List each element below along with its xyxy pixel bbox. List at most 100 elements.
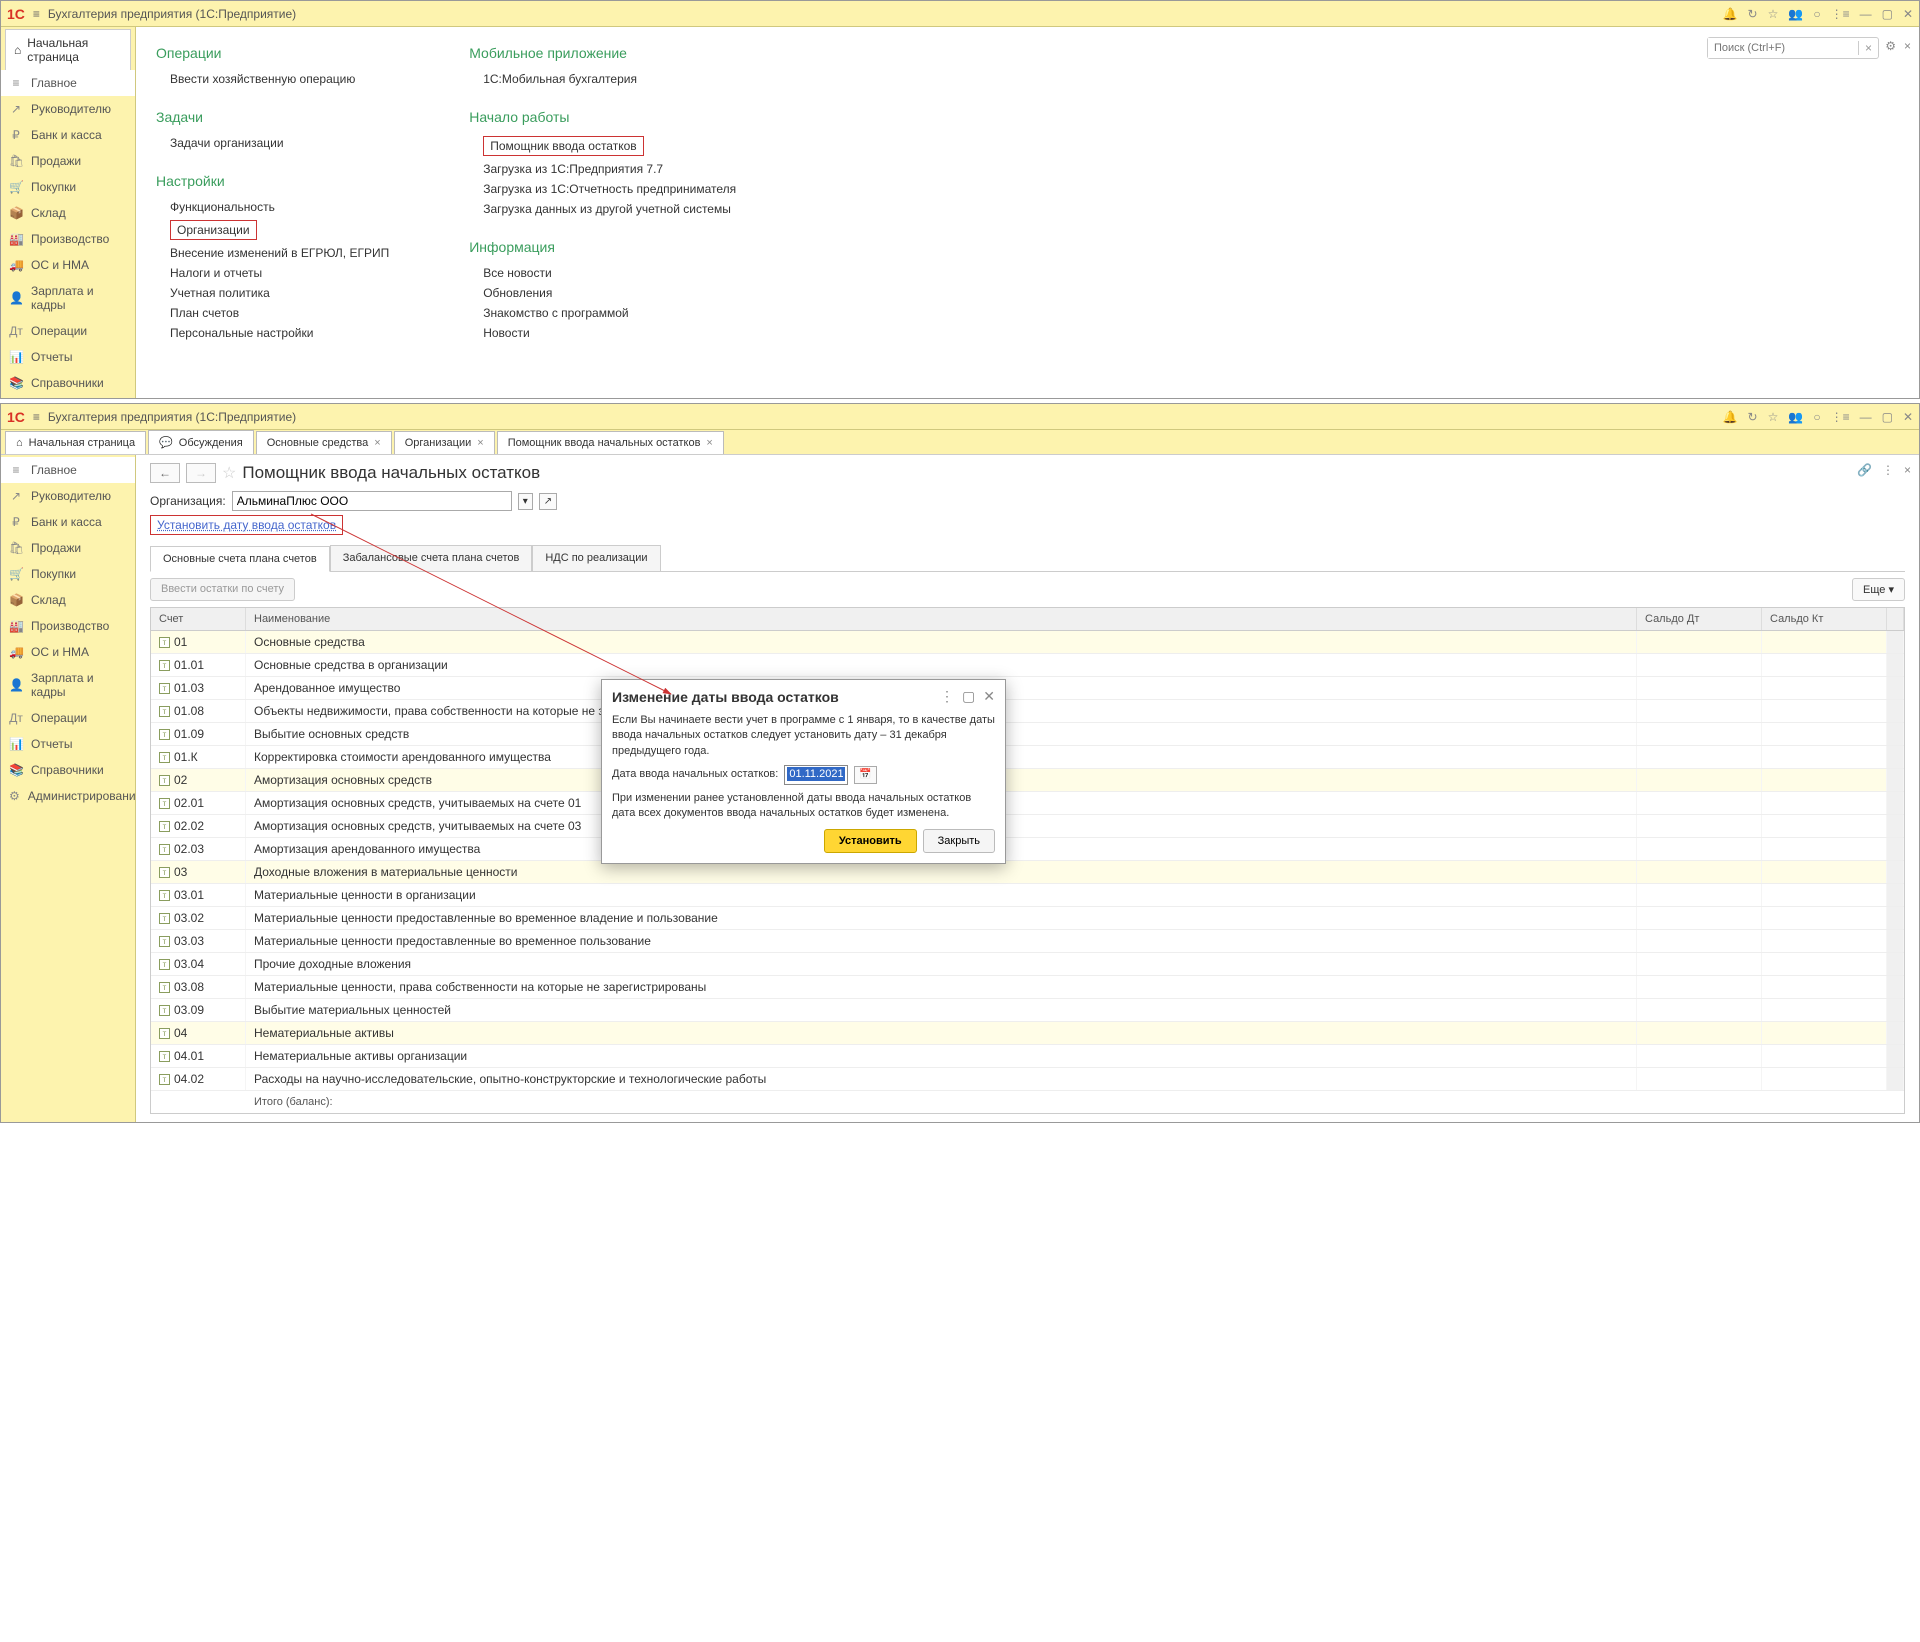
scrollbar-track[interactable] <box>1887 723 1904 745</box>
users-icon[interactable]: 👥 <box>1788 7 1803 21</box>
table-row[interactable]: т04Нематериальные активы <box>151 1022 1904 1045</box>
scrollbar-track[interactable] <box>1887 953 1904 975</box>
sidebar-item[interactable]: 🛒Покупки <box>1 561 135 587</box>
search-input[interactable] <box>1708 38 1858 58</box>
scrollbar-track[interactable] <box>1887 746 1904 768</box>
scrollbar-track[interactable] <box>1887 930 1904 952</box>
org-open-button[interactable]: ↗ <box>539 493 557 510</box>
scrollbar-track[interactable] <box>1887 631 1904 653</box>
subtab-vat[interactable]: НДС по реализации <box>532 545 660 571</box>
sidebar-item[interactable]: 🏭Производство <box>1 613 135 639</box>
table-row[interactable]: т04.01Нематериальные активы организации <box>151 1045 1904 1068</box>
dialog-kebab-icon[interactable]: ⋮ <box>940 688 954 705</box>
table-row[interactable]: т02.03Амортизация арендованного имуществ… <box>151 838 1904 861</box>
circle-icon[interactable]: ○ <box>1813 7 1820 21</box>
maximize-icon[interactable]: ▢ <box>1882 7 1893 21</box>
org-input[interactable] <box>232 491 512 511</box>
search-box[interactable]: × <box>1707 37 1879 59</box>
scrollbar-track[interactable] <box>1887 884 1904 906</box>
sidebar-item[interactable]: ⚙Администрирование <box>1 783 135 809</box>
scrollbar-track[interactable] <box>1887 654 1904 676</box>
section-link[interactable]: Функциональность <box>156 197 389 217</box>
sidebar-item[interactable]: ≡Главное <box>1 457 135 483</box>
set-date-link[interactable]: Установить дату ввода остатков <box>150 515 343 535</box>
sidebar-item[interactable]: 📊Отчеты <box>1 344 135 370</box>
dialog-maximize-icon[interactable]: ▢ <box>962 688 975 705</box>
sidebar-item[interactable]: 🛍Продажи <box>1 148 135 174</box>
section-link[interactable]: Загрузка из 1С:Предприятия 7.7 <box>469 159 736 179</box>
scrollbar-track[interactable] <box>1887 1068 1904 1090</box>
scrollbar-track[interactable] <box>1887 861 1904 883</box>
menu-icon[interactable]: ≡ <box>33 410 40 424</box>
close-panel-icon[interactable]: × <box>1904 39 1911 53</box>
scrollbar-track[interactable] <box>1887 792 1904 814</box>
org-dropdown-button[interactable]: ▾ <box>518 493 533 510</box>
bell-icon[interactable]: 🔔 <box>1723 410 1738 424</box>
circle-icon[interactable]: ○ <box>1813 410 1820 424</box>
table-row[interactable]: т02.02Амортизация основных средств, учит… <box>151 815 1904 838</box>
section-link[interactable]: Ввести хозяйственную операцию <box>156 69 389 89</box>
col-credit[interactable]: Сальдо Кт <box>1762 608 1887 630</box>
table-row[interactable]: т01.09Выбытие основных средств <box>151 723 1904 746</box>
section-link[interactable]: Обновления <box>469 283 736 303</box>
section-link[interactable]: Налоги и отчеты <box>156 263 389 283</box>
tab-balance-wizard[interactable]: Помощник ввода начальных остатков× <box>497 431 724 454</box>
bell-icon[interactable]: 🔔 <box>1723 7 1738 21</box>
menu-icon[interactable]: ≡ <box>33 7 40 21</box>
table-row[interactable]: т01.ККорректировка стоимости арендованно… <box>151 746 1904 769</box>
section-link[interactable]: Знакомство с программой <box>469 303 736 323</box>
clear-search-icon[interactable]: × <box>1858 41 1878 55</box>
sidebar-item[interactable]: 🚚ОС и НМА <box>1 639 135 665</box>
section-link[interactable]: Все новости <box>469 263 736 283</box>
close-tab-icon[interactable]: × <box>477 437 483 449</box>
table-row[interactable]: т04.02Расходы на научно-исследовательски… <box>151 1068 1904 1091</box>
set-button[interactable]: Установить <box>824 829 917 853</box>
table-row[interactable]: т01Основные средства <box>151 631 1904 654</box>
star-icon[interactable]: ☆ <box>1768 7 1779 21</box>
kebab-icon[interactable]: ⋮ <box>1882 463 1894 477</box>
close-tab-icon[interactable]: × <box>374 437 380 449</box>
section-link[interactable]: Персональные настройки <box>156 323 389 343</box>
sidebar-item[interactable]: 🛍Продажи <box>1 535 135 561</box>
sidebar-item[interactable]: ДтОперации <box>1 705 135 731</box>
history-icon[interactable]: ↻ <box>1748 410 1758 424</box>
table-row[interactable]: т03Доходные вложения в материальные ценн… <box>151 861 1904 884</box>
close-tab-icon[interactable]: × <box>706 437 712 449</box>
col-account[interactable]: Счет <box>151 608 246 630</box>
start-page-tab[interactable]: ⌂ Начальная страница <box>5 29 131 70</box>
minimize-icon[interactable]: — <box>1860 7 1872 21</box>
close-icon[interactable]: ✕ <box>1903 410 1913 424</box>
subtab-main-accounts[interactable]: Основные счета плана счетов <box>150 546 330 572</box>
sidebar-item[interactable]: 🏭Производство <box>1 226 135 252</box>
maximize-icon[interactable]: ▢ <box>1882 410 1893 424</box>
table-row[interactable]: т03.01Материальные ценности в организаци… <box>151 884 1904 907</box>
table-row[interactable]: т02.01Амортизация основных средств, учит… <box>151 792 1904 815</box>
tab-fixed-assets[interactable]: Основные средства× <box>256 431 392 454</box>
scrollbar-track[interactable] <box>1887 769 1904 791</box>
table-row[interactable]: т03.08Материальные ценности, права собст… <box>151 976 1904 999</box>
section-link[interactable]: Организации <box>156 217 389 243</box>
section-link[interactable]: Задачи организации <box>156 133 389 153</box>
star-icon[interactable]: ☆ <box>1768 410 1779 424</box>
sidebar-item[interactable]: ↗Руководителю <box>1 483 135 509</box>
more-button[interactable]: Еще ▾ <box>1852 578 1905 601</box>
nav-forward-button[interactable]: → <box>186 463 216 483</box>
date-input[interactable] <box>787 767 845 781</box>
table-row[interactable]: т01.08Объекты недвижимости, права собств… <box>151 700 1904 723</box>
dialog-close-icon[interactable]: ✕ <box>983 688 995 705</box>
sidebar-item[interactable]: 🚚ОС и НМА <box>1 252 135 278</box>
sidebar-item[interactable]: ≡Главное <box>1 70 135 96</box>
scrollbar-track[interactable] <box>1887 677 1904 699</box>
section-link[interactable]: Учетная политика <box>156 283 389 303</box>
history-icon[interactable]: ↻ <box>1748 7 1758 21</box>
tab-organizations[interactable]: Организации× <box>394 431 495 454</box>
section-link[interactable]: Внесение изменений в ЕГРЮЛ, ЕГРИП <box>156 243 389 263</box>
settings-icon[interactable]: ⋮≡ <box>1831 7 1850 21</box>
sidebar-item[interactable]: ₽Банк и касса <box>1 509 135 535</box>
close-icon[interactable]: ✕ <box>1903 7 1913 21</box>
link-icon[interactable]: 🔗 <box>1857 463 1872 477</box>
section-link[interactable]: Помощник ввода остатков <box>469 133 736 159</box>
minimize-icon[interactable]: — <box>1860 410 1872 424</box>
tab-discussions[interactable]: 💬Обсуждения <box>148 430 254 454</box>
date-input-wrapper[interactable] <box>784 765 848 784</box>
